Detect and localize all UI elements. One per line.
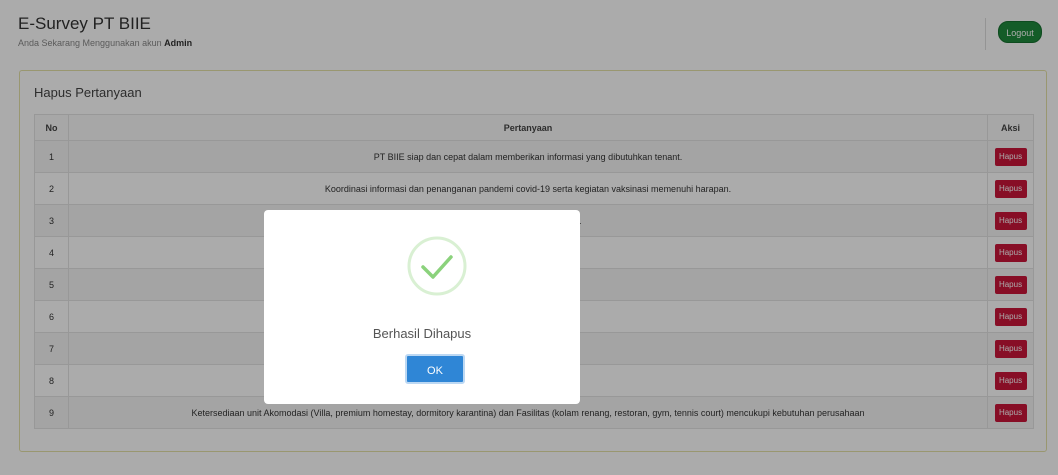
dialog-message: Berhasil Dihapus [372, 326, 472, 341]
ok-button[interactable]: OK [405, 354, 465, 384]
success-check-icon [407, 236, 467, 296]
success-dialog: Berhasil Dihapus OK [264, 210, 580, 404]
page: E-Survey PT BIIE Anda Sekarang Menggunak… [0, 0, 1058, 475]
